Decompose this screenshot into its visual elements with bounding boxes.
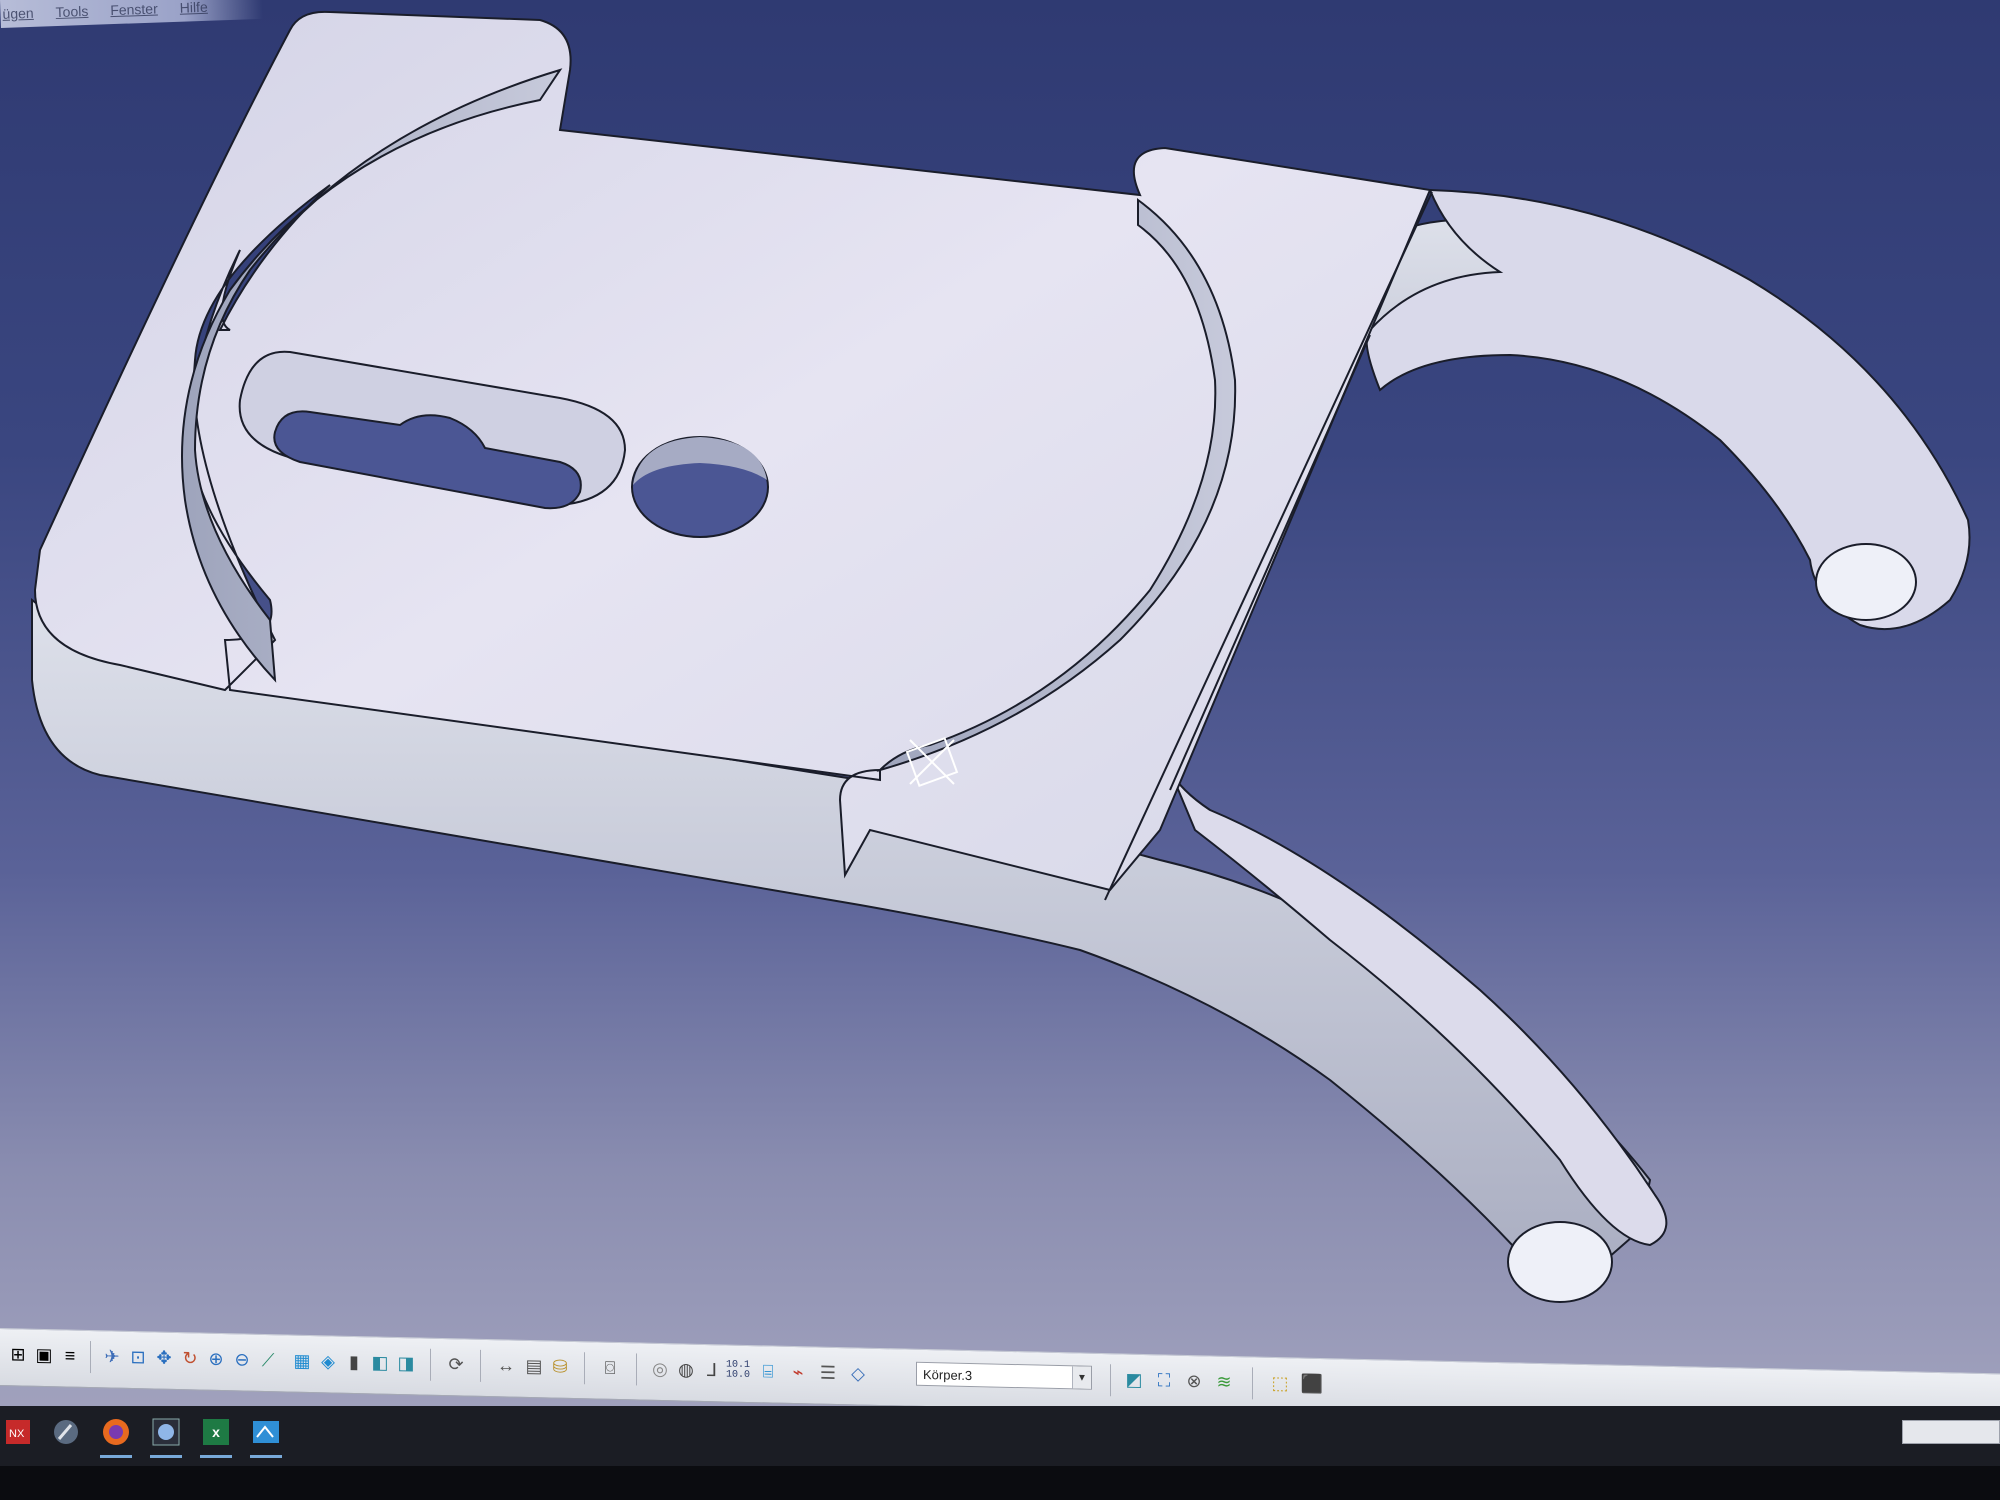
cut-section-icon[interactable]: ⌁ [786, 1360, 810, 1385]
active-indicator [150, 1455, 182, 1458]
measure-distance-icon[interactable]: ↔ [494, 1353, 518, 1378]
isometric-view-icon[interactable]: ◈ [316, 1349, 340, 1374]
excel-icon-letter: x [212, 1424, 220, 1440]
active-indicator [100, 1455, 132, 1458]
menu-item-tools[interactable]: Tools [55, 3, 88, 20]
cylinder-icon[interactable]: ⌸ [756, 1359, 780, 1384]
boolean-icon[interactable]: ⊗ [1182, 1369, 1206, 1394]
layers-icon[interactable]: ≋ [1212, 1370, 1236, 1395]
active-body-value: Körper.3 [923, 1366, 973, 1383]
spiral-icon[interactable]: ◎ [648, 1357, 672, 1382]
mass-properties-icon[interactable]: ⛁ [548, 1354, 572, 1379]
photo-viewer-icon [152, 1418, 180, 1446]
normal-view-icon[interactable]: ⟋ [256, 1348, 280, 1373]
zoom-in-icon[interactable]: ⊕ [204, 1347, 228, 1372]
upper-arm-end-hole[interactable] [1815, 543, 1917, 621]
taskbar-nx-app[interactable]: NX [0, 1412, 36, 1452]
taskbar-paint-app[interactable] [48, 1412, 84, 1452]
fit-all-icon[interactable]: ⊡ [126, 1345, 150, 1370]
active-body-select[interactable]: Körper.3 ▼ [916, 1361, 1092, 1390]
render-style-icon[interactable]: ▮ [342, 1350, 366, 1375]
taskbar-photo-viewer-app[interactable] [148, 1412, 184, 1458]
layer-manager-icon[interactable]: ⬚ [1268, 1371, 1292, 1396]
nx-app-icon: NX [6, 1420, 30, 1444]
sketch-list-icon[interactable]: ≡ [58, 1343, 82, 1368]
layer-move-icon[interactable]: ⬛ [1300, 1372, 1324, 1397]
explorer-icon [253, 1421, 279, 1443]
svg-text:NX: NX [9, 1428, 25, 1440]
fly-mode-icon[interactable]: ✈ [100, 1344, 124, 1369]
measure-item-icon[interactable]: ▤ [522, 1354, 546, 1379]
taskbar-firefox-app[interactable] [98, 1412, 134, 1458]
active-indicator [200, 1455, 232, 1458]
camera-icon[interactable]: ⌼ [598, 1356, 622, 1381]
taskbar-excel-app[interactable]: x [198, 1412, 234, 1458]
axis-system-icon[interactable]: ⅃ [700, 1358, 724, 1383]
swap-visible-icon[interactable]: ◨ [394, 1351, 418, 1376]
windows-taskbar: NX x [0, 1406, 2000, 1466]
menu-item-insert[interactable]: ügen [2, 5, 34, 22]
menu-item-help[interactable]: Hilfe [179, 0, 208, 16]
precision-readout-bottom: 10.0 [726, 1369, 751, 1382]
taskbar-explorer-app[interactable] [248, 1412, 284, 1458]
dimension-precision-icon[interactable]: 10.1 10.0 [726, 1358, 750, 1383]
active-indicator [250, 1455, 282, 1458]
cad-3d-viewport[interactable]: ügen Tools Fenster Hilfe [0, 0, 2000, 1500]
screen-bezel [0, 1466, 2000, 1500]
paint-brush-icon [54, 1420, 78, 1444]
part-icon[interactable]: ▣ [32, 1343, 56, 1368]
hide-show-icon[interactable]: ◧ [368, 1350, 392, 1375]
system-tray-box[interactable] [1902, 1420, 2000, 1444]
sheet-metal-icon[interactable]: ◩ [1122, 1367, 1146, 1392]
lower-arm-end-hole[interactable] [1507, 1221, 1613, 1303]
select-filter-icon[interactable]: ⊞ [6, 1342, 30, 1367]
quick-view-icon[interactable]: ▦ [290, 1349, 314, 1374]
firefox-icon [103, 1419, 129, 1445]
update-icon[interactable]: ⟳ [444, 1352, 468, 1377]
compass-icon[interactable]: ◍ [674, 1357, 698, 1382]
pan-icon[interactable]: ✥ [152, 1345, 176, 1370]
rotate-icon[interactable]: ↻ [178, 1346, 202, 1371]
menu-item-window[interactable]: Fenster [110, 1, 158, 19]
surface-icon[interactable]: ⛶ [1152, 1368, 1176, 1393]
body-icon[interactable]: ◇ [846, 1361, 870, 1386]
3d-part-model[interactable] [0, 0, 2000, 1500]
chevron-down-icon[interactable]: ▼ [1072, 1366, 1091, 1389]
layer-stack-icon[interactable]: ☰ [816, 1361, 840, 1386]
zoom-out-icon[interactable]: ⊖ [230, 1347, 254, 1372]
